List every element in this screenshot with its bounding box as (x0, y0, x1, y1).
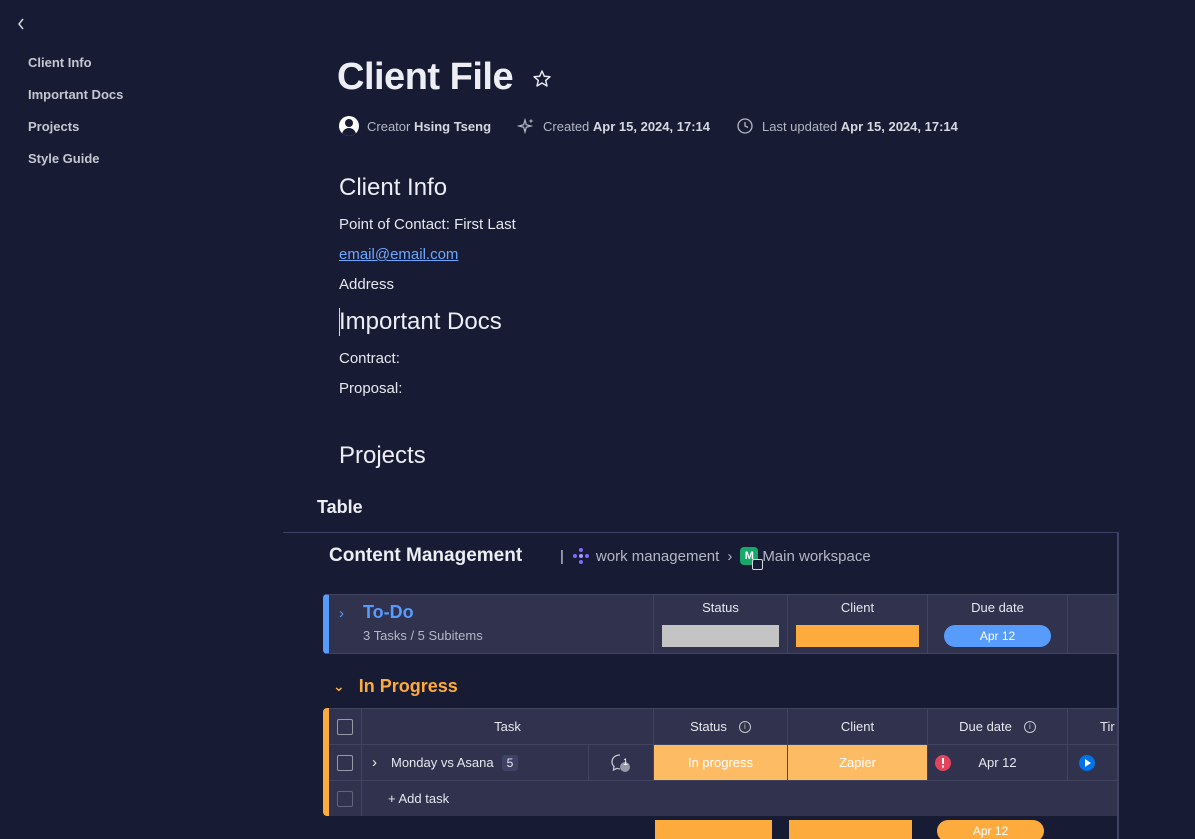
todo-status-column: Status (653, 595, 787, 653)
proposal-text[interactable]: Proposal: (339, 380, 402, 397)
heading-important-docs[interactable]: Important Docs (339, 308, 502, 336)
due-date-value: Apr 12 (978, 755, 1017, 770)
info-icon[interactable]: i (1023, 720, 1036, 733)
client-cell[interactable]: Zapier (787, 745, 927, 780)
column-header-task[interactable]: Task (361, 709, 653, 744)
overdue-alert-icon (935, 755, 951, 771)
toc-item-style-guide[interactable]: Style Guide (28, 151, 123, 183)
chevron-left-icon (18, 18, 24, 30)
expand-subitems-icon[interactable]: › (372, 754, 377, 771)
toc-item-important-docs[interactable]: Important Docs (28, 87, 123, 119)
play-icon[interactable] (1078, 754, 1096, 772)
due-date-cell[interactable]: Apr 12 (927, 745, 1067, 780)
star-icon (533, 70, 551, 87)
favorite-button[interactable] (531, 68, 553, 90)
client-summary-bar (796, 625, 919, 647)
add-task-input[interactable]: + Add task (361, 781, 1117, 816)
task-cell[interactable]: › Monday vs Asana 5 (361, 745, 588, 780)
collapse-sidebar-button[interactable] (16, 17, 32, 37)
page-title[interactable]: Client File (337, 56, 514, 99)
board-title[interactable]: Content Management (329, 545, 522, 567)
group-title-in-progress[interactable]: In Progress (359, 676, 458, 697)
group-in-progress: Task Status i Client Due date i Tir › Mond… (323, 708, 1117, 816)
group-title-todo[interactable]: To-Do (363, 602, 414, 623)
group-count: 3 Tasks / 5 Subitems (363, 628, 483, 643)
chevron-right-icon[interactable]: › (339, 605, 344, 622)
contract-text[interactable]: Contract: (339, 350, 400, 367)
select-all-checkbox[interactable] (337, 718, 353, 735)
created-date: Apr 15, 2024, 17:14 (592, 118, 710, 134)
address-text[interactable]: Address (339, 276, 394, 293)
breadcrumb: | work management › M Main workspace (560, 547, 871, 570)
table-header-row: Task Status i Client Due date i Tir (329, 708, 1117, 744)
point-of-contact-text[interactable]: Point of Contact: First Last (339, 216, 516, 233)
updated-date: Apr 15, 2024, 17:14 (840, 118, 958, 134)
avatar[interactable] (339, 116, 359, 136)
doc-metadata: Creator Hsing Tseng Created Apr 15, 2024… (339, 115, 984, 137)
status-summary-bar (662, 625, 779, 647)
status-cell[interactable]: In progress (653, 745, 787, 780)
table-row[interactable]: › Monday vs Asana 5 1 In progress Zapier… (329, 744, 1117, 780)
toc-item-projects[interactable]: Projects (28, 119, 123, 151)
add-task-row: + Add task (329, 780, 1117, 816)
time-tracking-cell[interactable] (1067, 745, 1117, 780)
heading-client-info[interactable]: Client Info (339, 174, 447, 202)
group-summary-row: Apr 12 (323, 820, 1117, 839)
add-update-icon (611, 753, 630, 772)
sparkle-icon (517, 117, 534, 135)
status-summary-bar (655, 820, 772, 839)
task-name[interactable]: Monday vs Asana (391, 755, 494, 770)
todo-due-column: Due date Apr 12 (927, 595, 1067, 653)
due-date-summary: Apr 12 (944, 625, 1051, 647)
heading-projects[interactable]: Projects (339, 442, 426, 470)
created-label: Created (543, 118, 590, 134)
chevron-down-icon[interactable]: ⌄ (333, 678, 345, 695)
row-checkbox[interactable] (337, 754, 353, 771)
updated-label: Last updated (761, 118, 838, 134)
creator-info: Creator Hsing Tseng (339, 116, 491, 136)
table-label: Table (317, 497, 363, 517)
toc-item-client-info[interactable]: Client Info (28, 55, 123, 87)
email-link[interactable]: email@email.com (339, 246, 458, 263)
column-header-timeline[interactable]: Tir (1067, 709, 1117, 744)
column-header-due-date[interactable]: Due date i (927, 709, 1067, 744)
table-of-contents: Client Info Important Docs Projects Styl… (28, 55, 123, 183)
updates-count: 1 (623, 757, 629, 767)
todo-client-column: Client (787, 595, 927, 653)
creator-label: Creator (367, 118, 411, 134)
due-date-summary: Apr 12 (937, 820, 1044, 839)
column-header-status[interactable]: Status i (653, 709, 787, 744)
created-info: Created Apr 15, 2024, 17:14 (517, 117, 710, 135)
group-todo[interactable]: › To-Do 3 Tasks / 5 Subitems Status Clie… (323, 594, 1117, 654)
work-management-icon (572, 548, 589, 564)
clock-icon (737, 118, 753, 134)
column-header-due-date[interactable]: Due date (928, 600, 1067, 615)
subitems-count-badge[interactable]: 5 (501, 754, 519, 771)
column-header-client[interactable]: Client (787, 709, 927, 744)
workspace-badge: M (740, 547, 764, 570)
group-header-in-progress[interactable]: ⌄ In Progress (333, 676, 458, 697)
chevron-right-icon: › (727, 547, 733, 565)
updated-info: Last updated Apr 15, 2024, 17:14 (736, 117, 958, 135)
info-icon[interactable]: i (738, 720, 751, 733)
workspace-link[interactable]: Main workspace (762, 548, 870, 565)
add-row-checkbox (337, 790, 353, 807)
product-link[interactable]: work management (596, 548, 719, 565)
embedded-board[interactable]: Content Management | work management › M… (283, 532, 1119, 839)
column-header-status[interactable]: Status (654, 600, 787, 615)
client-summary-bar (789, 820, 912, 839)
updates-button[interactable]: 1 (588, 745, 653, 780)
column-header-client[interactable]: Client (788, 600, 927, 615)
creator-name[interactable]: Hsing Tseng (414, 119, 491, 134)
